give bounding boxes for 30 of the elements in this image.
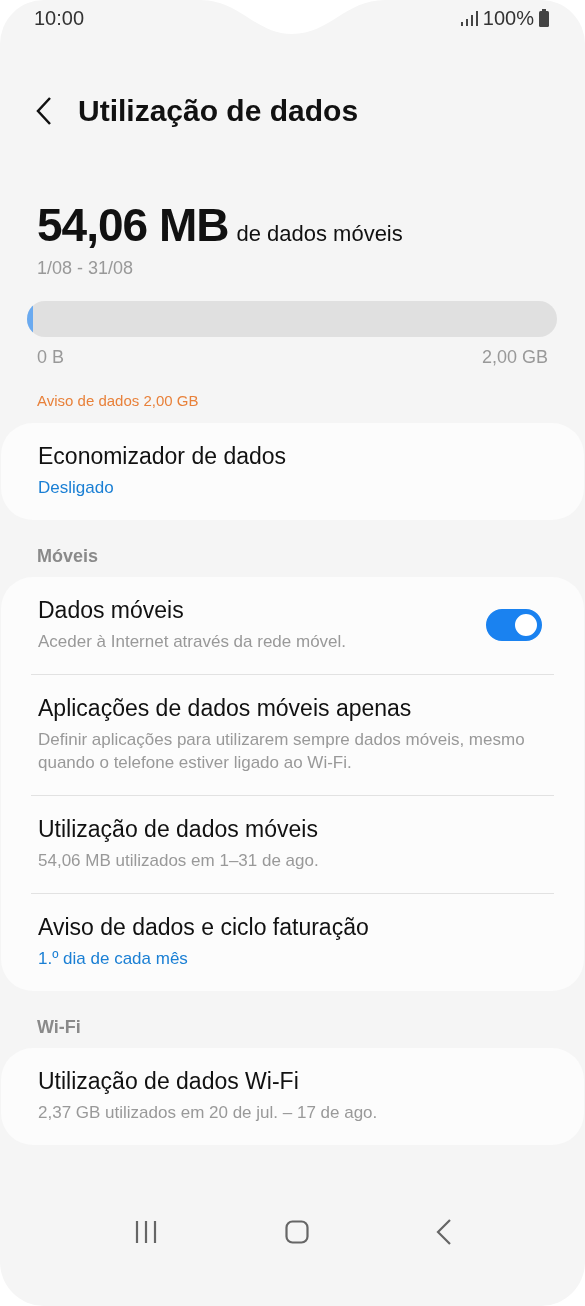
setting-description: 54,06 MB utilizados em 1–31 de ago. — [38, 850, 320, 873]
home-button[interactable] — [284, 1220, 309, 1244]
setting-value: Desligado — [38, 477, 115, 499]
setting-value: 1.º dia de cada mês — [38, 948, 189, 970]
setting-title[interactable]: Aplicações de dados móveis apenas — [38, 694, 547, 722]
battery-icon — [539, 9, 549, 27]
usage-amount: 54,06 MB — [37, 198, 229, 252]
setting-title[interactable]: Aviso de dados e ciclo faturação — [38, 914, 547, 941]
page-title: Utilização de dados — [78, 94, 359, 128]
back-nav-button[interactable] — [435, 1219, 452, 1245]
max-label: 2,00 GB — [481, 347, 548, 368]
setting-title[interactable]: Dados móveis — [38, 596, 466, 624]
toggle-switch[interactable] — [486, 609, 542, 642]
back-button[interactable] — [36, 96, 52, 126]
data-warning: Aviso de dados 2,00 GB — [37, 392, 200, 409]
section-header: Móveis — [36, 544, 100, 568]
signal-icon — [459, 10, 478, 26]
setting-title[interactable]: Utilização de dados Wi-Fi — [38, 1067, 547, 1095]
recent-apps-button[interactable] — [133, 1220, 158, 1244]
battery-percent: 100% — [482, 6, 534, 30]
status-time: 10:00 — [34, 6, 85, 30]
setting-title[interactable]: Utilização de dados móveis — [38, 816, 547, 844]
setting-description: Aceder à Internet através da rede móvel. — [38, 630, 348, 653]
usage-label: de dados móveis — [236, 221, 403, 247]
setting-title[interactable]: Economizador de dados — [38, 443, 547, 470]
setting-description: Definir aplicações para utilizarem sempre dados móveis, mesmo quando o telefone estiver ligado ao Wi-Fi. — [38, 728, 526, 775]
setting-description: 2,37 GB utilizados em 20 de jul. – 17 de ago. — [38, 1101, 379, 1124]
section-header: Wi-Fi — [36, 1015, 82, 1039]
min-label: 0 B — [37, 347, 65, 368]
usage-period: 1/08 - 31/08 — [37, 258, 135, 279]
